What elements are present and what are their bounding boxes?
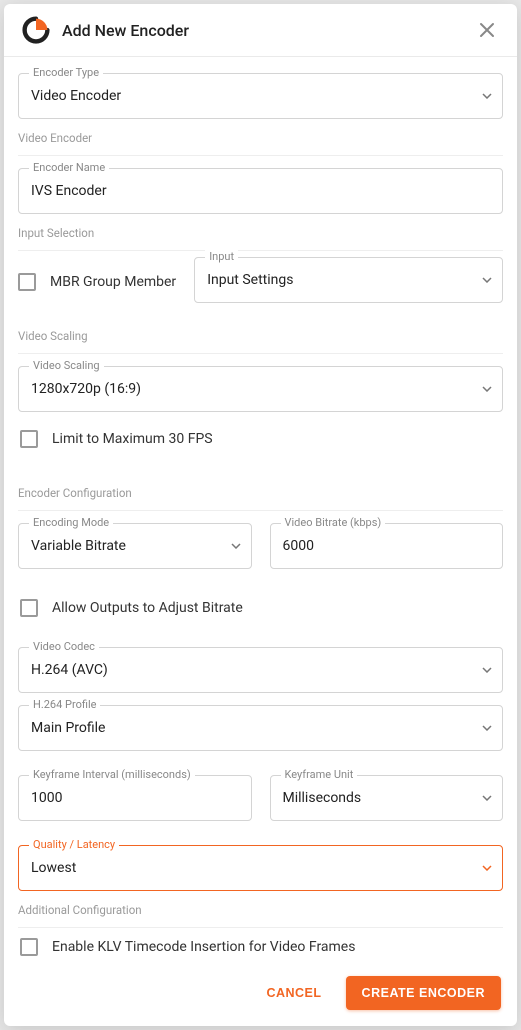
keyframe-interval-field[interactable]: Keyframe Interval (milliseconds) [18, 775, 252, 821]
keyframe-unit-value: Milliseconds [271, 776, 503, 820]
video-scaling-label: Video Scaling [29, 359, 104, 372]
cancel-button[interactable]: CANCEL [258, 976, 329, 1010]
encoding-mode-value: Variable Bitrate [19, 524, 251, 568]
section-additional-config: Additional Configuration [18, 903, 503, 917]
keyframe-interval-label: Keyframe Interval (milliseconds) [29, 768, 195, 781]
divider [18, 353, 503, 354]
quality-latency-label: Quality / Latency [29, 838, 119, 851]
close-icon [479, 22, 495, 38]
mbr-checkbox-row[interactable]: MBR Group Member [18, 251, 176, 291]
klv-checkbox[interactable] [20, 938, 38, 956]
encoder-name-label: Encoder Name [29, 161, 109, 174]
allow-adjust-checkbox[interactable] [20, 599, 38, 617]
divider [18, 927, 503, 928]
dialog-header: Add New Encoder [4, 4, 517, 57]
section-video-encoder: Video Encoder [18, 131, 503, 145]
encoder-type-label: Encoder Type [29, 66, 103, 79]
dialog-body: Encoder Type Video Encoder Video Encoder… [4, 57, 517, 962]
video-scaling-value: 1280x720p (16:9) [19, 367, 502, 411]
encoder-type-select[interactable]: Encoder Type Video Encoder [18, 73, 503, 119]
h264-profile-value: Main Profile [19, 706, 502, 750]
quality-latency-select[interactable]: Quality / Latency Lowest [18, 845, 503, 891]
keyframe-unit-label: Keyframe Unit [281, 768, 358, 781]
section-encoder-config: Encoder Configuration [18, 486, 503, 500]
video-bitrate-input[interactable] [271, 524, 503, 568]
limit-fps-label: Limit to Maximum 30 FPS [52, 431, 213, 447]
dialog-title: Add New Encoder [62, 21, 473, 40]
allow-adjust-label: Allow Outputs to Adjust Bitrate [52, 600, 243, 616]
mbr-checkbox[interactable] [18, 273, 36, 291]
limit-fps-row[interactable]: Limit to Maximum 30 FPS [18, 424, 503, 454]
encoder-name-field[interactable]: Encoder Name [18, 168, 503, 214]
video-codec-value: H.264 (AVC) [19, 648, 502, 692]
h264-profile-label: H.264 Profile [29, 698, 100, 711]
klv-row[interactable]: Enable KLV Timecode Insertion for Video … [18, 932, 503, 962]
encoder-type-value: Video Encoder [19, 74, 502, 118]
limit-fps-checkbox[interactable] [20, 430, 38, 448]
dialog-footer: CANCEL CREATE ENCODER [4, 962, 517, 1026]
klv-label: Enable KLV Timecode Insertion for Video … [52, 939, 355, 955]
create-encoder-button[interactable]: CREATE ENCODER [346, 976, 501, 1010]
input-select[interactable]: Input Input Settings [194, 257, 503, 303]
encoding-mode-label: Encoding Mode [29, 516, 113, 529]
encoding-mode-select[interactable]: Encoding Mode Variable Bitrate [18, 523, 252, 569]
video-codec-select[interactable]: Video Codec H.264 (AVC) [18, 647, 503, 693]
encoder-name-input[interactable] [19, 169, 502, 213]
section-input-selection: Input Selection [18, 226, 503, 240]
mbr-checkbox-label: MBR Group Member [50, 274, 176, 290]
video-bitrate-field[interactable]: Video Bitrate (kbps) [270, 523, 504, 569]
input-value: Input Settings [195, 258, 502, 302]
keyframe-unit-select[interactable]: Keyframe Unit Milliseconds [270, 775, 504, 821]
app-logo-icon [22, 16, 50, 44]
section-video-scaling: Video Scaling [18, 329, 503, 343]
video-bitrate-label: Video Bitrate (kbps) [281, 516, 386, 529]
video-codec-label: Video Codec [29, 640, 99, 653]
close-button[interactable] [473, 16, 501, 44]
divider [18, 155, 503, 156]
keyframe-interval-input[interactable] [19, 776, 251, 820]
quality-latency-value: Lowest [19, 846, 502, 890]
h264-profile-select[interactable]: H.264 Profile Main Profile [18, 705, 503, 751]
input-label: Input [205, 250, 238, 263]
allow-adjust-row[interactable]: Allow Outputs to Adjust Bitrate [18, 593, 503, 623]
add-encoder-dialog: Add New Encoder Encoder Type Video Encod… [4, 4, 517, 1026]
video-scaling-select[interactable]: Video Scaling 1280x720p (16:9) [18, 366, 503, 412]
